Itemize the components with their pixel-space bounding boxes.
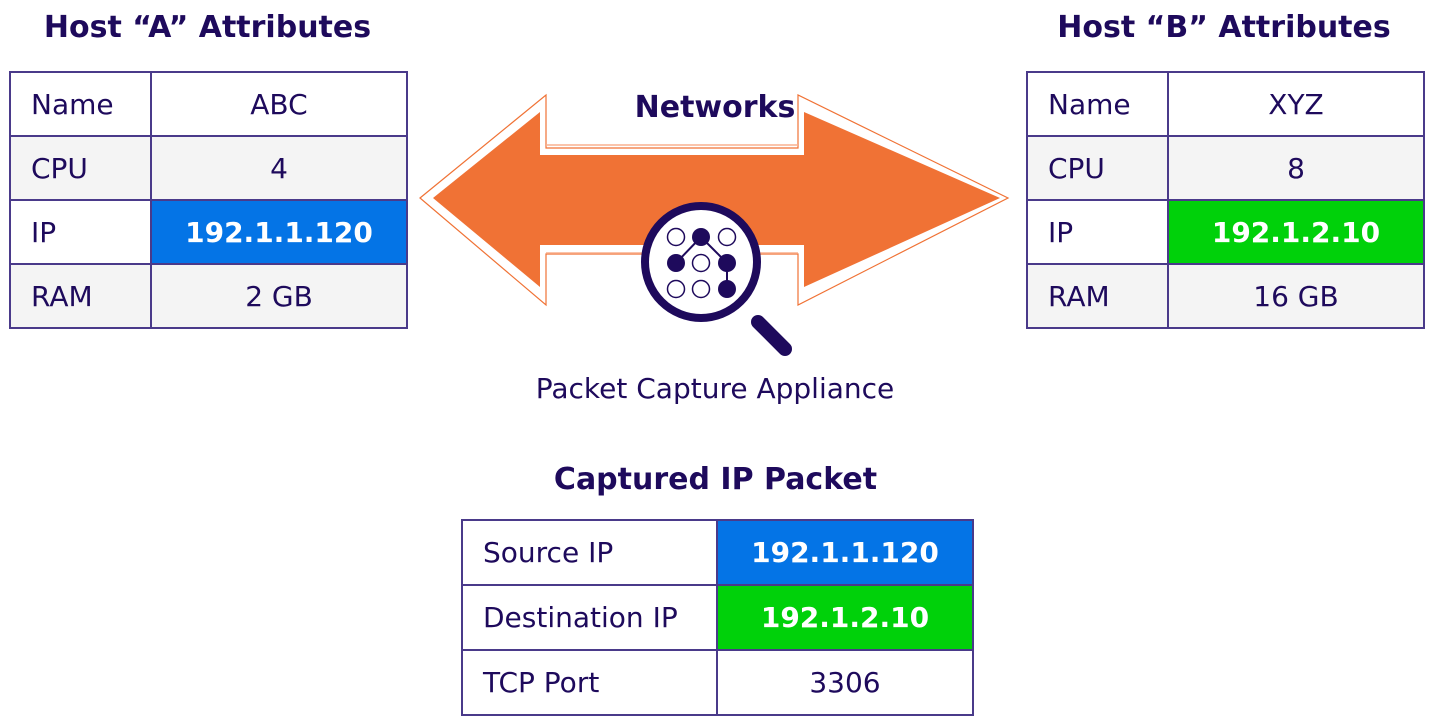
row-value: 8 [1167,135,1425,201]
row-value: 4 [150,135,408,201]
table-row: CPU 4 [9,135,408,201]
row-key: Name [1026,71,1169,137]
host-a-table: Name ABC CPU 4 IP 192.1.1.120 RAM 2 GB [9,71,408,329]
host-b-title: Host “B” Attributes [1057,10,1391,45]
table-row: CPU 8 [1026,135,1425,201]
destination-ip-value: 192.1.2.10 [716,584,974,651]
row-value: 16 GB [1167,263,1425,329]
table-row: Name ABC [9,71,408,137]
row-key: RAM [9,263,152,329]
table-row: TCP Port 3306 [461,649,974,716]
row-key: Name [9,71,152,137]
row-key: Destination IP [461,584,718,651]
table-row: Destination IP 192.1.2.10 [461,584,974,651]
row-key: IP [1026,199,1169,265]
row-key: Source IP [461,519,718,586]
table-row: RAM 2 GB [9,263,408,329]
tcp-port-value: 3306 [716,649,974,716]
packet-title: Captured IP Packet [553,462,878,497]
networks-label: Networks [634,90,796,125]
row-key: IP [9,199,152,265]
row-key: TCP Port [461,649,718,716]
row-value: 2 GB [150,263,408,329]
source-ip-value: 192.1.1.120 [716,519,974,586]
table-row: Source IP 192.1.1.120 [461,519,974,586]
appliance-label: Packet Capture Appliance [535,372,895,405]
ip-value-highlight: 192.1.2.10 [1167,199,1425,265]
host-a-title: Host “A” Attributes [43,10,372,45]
table-row: Name XYZ [1026,71,1425,137]
row-value: ABC [150,71,408,137]
row-key: CPU [9,135,152,201]
table-row: IP 192.1.2.10 [1026,199,1425,265]
packet-table: Source IP 192.1.1.120 Destination IP 192… [461,519,974,716]
row-key: RAM [1026,263,1169,329]
ip-value-highlight: 192.1.1.120 [150,199,408,265]
host-b-table: Name XYZ CPU 8 IP 192.1.2.10 RAM 16 GB [1026,71,1425,329]
table-row: IP 192.1.1.120 [9,199,408,265]
row-key: CPU [1026,135,1169,201]
row-value: XYZ [1167,71,1425,137]
table-row: RAM 16 GB [1026,263,1425,329]
